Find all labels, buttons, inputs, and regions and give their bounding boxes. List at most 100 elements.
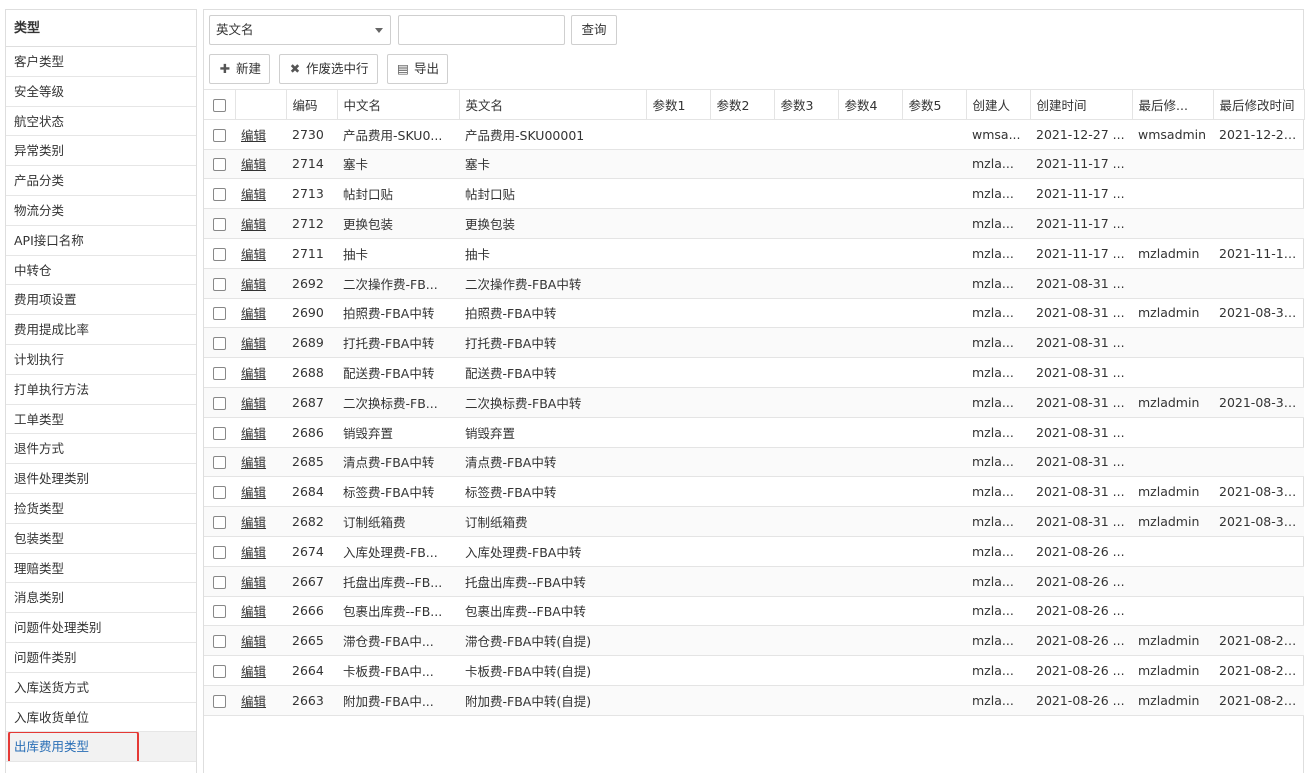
edit-link[interactable]: 编辑: [241, 396, 266, 411]
edit-link[interactable]: 编辑: [241, 277, 266, 292]
sidebar-item[interactable]: 费用项设置: [6, 285, 196, 316]
sidebar-item[interactable]: 入库送货方式: [6, 673, 196, 703]
row-checkbox-cell[interactable]: [204, 387, 235, 418]
edit-link[interactable]: 编辑: [241, 604, 266, 619]
row-checkbox-cell[interactable]: [204, 119, 235, 150]
edit-link[interactable]: 编辑: [241, 217, 266, 232]
select-all-checkbox[interactable]: [212, 98, 226, 112]
sidebar-item[interactable]: 退件处理类别: [6, 464, 196, 494]
row-checkbox[interactable]: [213, 575, 226, 589]
edit-link[interactable]: 编辑: [241, 694, 266, 709]
row-checkbox-cell[interactable]: [204, 655, 235, 686]
row-checkbox-cell[interactable]: [204, 476, 235, 508]
table-row[interactable]: 编辑 2711 抽卡 抽卡 mzla... 2021-11-17 ... mzladmin 2…: [204, 238, 1304, 269]
sidebar-item[interactable]: 工单类型: [6, 405, 196, 435]
sidebar-item[interactable]: 安全等级: [6, 77, 196, 107]
row-checkbox-cell[interactable]: [204, 506, 235, 537]
row-checkbox[interactable]: [213, 605, 226, 619]
edit-link[interactable]: 编辑: [241, 455, 266, 470]
row-checkbox-cell[interactable]: [204, 238, 235, 269]
table-row[interactable]: 编辑 2665 滞仓费-FBA中... 滞仓费-FBA中转(自提) mzla... 202…: [204, 625, 1304, 657]
sidebar-item[interactable]: 消息类别: [6, 583, 196, 614]
sidebar-item[interactable]: API接口名称: [6, 226, 196, 256]
edit-link[interactable]: 编辑: [241, 664, 266, 679]
table-row[interactable]: 编辑 2685 清点费-FBA中转 清点费-FBA中转 mzla... 2021-08-3…: [204, 447, 1304, 478]
search-field-select[interactable]: 英文名: [209, 15, 391, 45]
sidebar-item[interactable]: 问题件处理类别: [6, 613, 196, 643]
row-checkbox-cell[interactable]: [204, 149, 235, 180]
sidebar-item[interactable]: 退件方式: [6, 434, 196, 465]
sidebar-item[interactable]: 异常类别: [6, 136, 196, 167]
row-checkbox[interactable]: [213, 545, 226, 559]
row-checkbox-cell[interactable]: [204, 685, 235, 716]
edit-link[interactable]: 编辑: [241, 515, 266, 530]
edit-link[interactable]: 编辑: [241, 247, 266, 262]
table-row[interactable]: 编辑 2692 二次操作费-FB... 二次操作费-FBA中转 mzla... 2021-…: [204, 268, 1304, 299]
row-checkbox[interactable]: [213, 456, 226, 470]
table-row[interactable]: 编辑 2667 托盘出库费--FB... 托盘出库费--FBA中转 mzla... 202…: [204, 566, 1304, 597]
new-button[interactable]: ✚ 新建: [209, 54, 271, 84]
sidebar-item[interactable]: 客户类型: [6, 47, 196, 77]
table-row[interactable]: 编辑 2713 帖封口贴 帖封口贴 mzla... 2021-11-17 ...: [204, 178, 1304, 210]
sidebar-item[interactable]: 费用提成比率: [6, 315, 196, 345]
table-row[interactable]: 编辑 2689 打托费-FBA中转 打托费-FBA中转 mzla... 2021-08-3…: [204, 327, 1304, 359]
row-checkbox[interactable]: [213, 188, 226, 202]
table-row[interactable]: 编辑 2666 包裹出库费--FB... 包裹出库费--FBA中转 mzla... 202…: [204, 596, 1304, 627]
sidebar-item[interactable]: 航空状态: [6, 107, 196, 137]
row-checkbox[interactable]: [213, 396, 226, 410]
sidebar-item[interactable]: 问题件类别: [6, 643, 196, 673]
sidebar-item[interactable]: 捡货类型: [6, 494, 196, 524]
row-checkbox-cell[interactable]: [204, 417, 235, 448]
edit-link[interactable]: 编辑: [241, 336, 266, 351]
sidebar-item[interactable]: 入库收货单位: [6, 703, 196, 733]
row-checkbox-cell[interactable]: [204, 596, 235, 627]
edit-link[interactable]: 编辑: [241, 187, 266, 202]
row-checkbox-cell[interactable]: [204, 178, 235, 210]
row-checkbox[interactable]: [213, 665, 226, 679]
row-checkbox-cell[interactable]: [204, 208, 235, 239]
sidebar-item[interactable]: 出库费用类型: [6, 732, 196, 763]
table-row[interactable]: 编辑 2682 订制纸箱费 订制纸箱费 mzla... 2021-08-31 ... mzl…: [204, 506, 1304, 537]
row-checkbox[interactable]: [213, 635, 226, 649]
row-checkbox[interactable]: [213, 128, 226, 142]
edit-link[interactable]: 编辑: [241, 634, 266, 649]
row-checkbox[interactable]: [213, 277, 226, 291]
sidebar-item[interactable]: 中转仓: [6, 256, 196, 286]
row-checkbox-cell[interactable]: [204, 625, 235, 657]
export-button[interactable]: ▤ 导出: [387, 54, 449, 84]
table-row[interactable]: 编辑 2664 卡板费-FBA中... 卡板费-FBA中转(自提) mzla... 202…: [204, 655, 1304, 686]
edit-link[interactable]: 编辑: [241, 366, 266, 381]
table-row[interactable]: 编辑 2690 拍照费-FBA中转 拍照费-FBA中转 mzla... 2021-08-3…: [204, 298, 1304, 329]
row-checkbox-cell[interactable]: [204, 447, 235, 478]
row-checkbox-cell[interactable]: [204, 357, 235, 388]
search-input[interactable]: [398, 15, 565, 45]
sidebar-item[interactable]: 物流分类: [6, 196, 196, 226]
row-checkbox[interactable]: [213, 218, 226, 232]
row-checkbox[interactable]: [213, 486, 226, 500]
table-row[interactable]: 编辑 2714 塞卡 塞卡 mzla... 2021-11-17 ...: [204, 149, 1304, 180]
table-row[interactable]: 编辑 2688 配送费-FBA中转 配送费-FBA中转 mzla... 2021-08-3…: [204, 357, 1304, 388]
edit-link[interactable]: 编辑: [241, 575, 266, 590]
sidebar-item[interactable]: 产品分类: [6, 166, 196, 196]
edit-link[interactable]: 编辑: [241, 485, 266, 500]
row-checkbox-cell[interactable]: [204, 327, 235, 359]
sidebar-item[interactable]: 打单执行方法: [6, 375, 196, 405]
row-checkbox[interactable]: [213, 337, 226, 351]
query-button[interactable]: 查询: [571, 15, 617, 45]
edit-link[interactable]: 编辑: [241, 426, 266, 441]
row-checkbox[interactable]: [213, 247, 226, 261]
row-checkbox-cell[interactable]: [204, 298, 235, 329]
row-checkbox[interactable]: [213, 516, 226, 530]
row-checkbox-cell[interactable]: [204, 536, 235, 567]
table-row[interactable]: 编辑 2686 销毁弃置 销毁弃置 mzla... 2021-08-31 ...: [204, 417, 1304, 448]
table-row[interactable]: 编辑 2730 产品费用-SKU0... 产品费用-SKU00001 wmsa... 20…: [204, 119, 1304, 150]
sidebar-item[interactable]: 计划执行: [6, 345, 196, 375]
edit-link[interactable]: 编辑: [241, 157, 266, 172]
row-checkbox[interactable]: [213, 694, 226, 708]
edit-link[interactable]: 编辑: [241, 306, 266, 321]
edit-link[interactable]: 编辑: [241, 128, 266, 143]
table-row[interactable]: 编辑 2674 入库处理费-FB... 入库处理费-FBA中转 mzla... 2021-…: [204, 536, 1304, 567]
table-row[interactable]: 编辑 2663 附加费-FBA中... 附加费-FBA中转(自提) mzla... 202…: [204, 685, 1304, 716]
edit-link[interactable]: 编辑: [241, 545, 266, 560]
sidebar-item[interactable]: 包装类型: [6, 524, 196, 554]
